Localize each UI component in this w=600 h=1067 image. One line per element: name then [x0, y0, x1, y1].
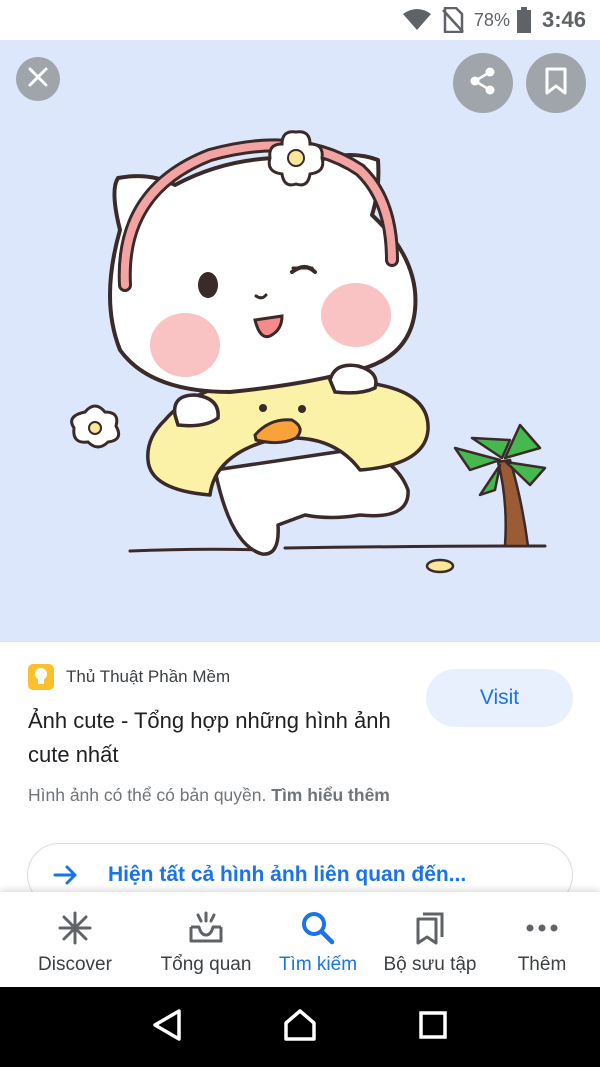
battery-percent: 78% [473, 9, 510, 30]
home-icon [283, 1008, 317, 1047]
nav-collections[interactable]: Bộ sưu tập [374, 892, 486, 987]
lightbulb-icon [28, 664, 54, 690]
more-horiz-icon [524, 910, 560, 946]
image-viewer[interactable] [0, 40, 600, 641]
system-nav-bar [0, 987, 600, 1067]
bookmark-icon [544, 67, 568, 100]
nav-label: Tìm kiếm [278, 954, 358, 975]
recents-square-icon [418, 1010, 448, 1045]
wifi-icon [402, 5, 432, 35]
close-button[interactable] [16, 57, 60, 101]
collections-icon [412, 910, 448, 946]
recents-button[interactable] [413, 1007, 453, 1047]
no-sim-icon [438, 5, 468, 35]
asterisk-icon [57, 910, 93, 946]
nav-label: Bộ sưu tập [383, 954, 477, 975]
result-info-panel: Thủ Thuật Phần Mềm Ảnh cute - Tổng hợp n… [0, 642, 600, 907]
source-row[interactable]: Thủ Thuật Phần Mềm [28, 664, 230, 690]
clock: 3:46 [541, 7, 586, 32]
share-icon [469, 67, 497, 100]
nav-label: Thêm [517, 954, 567, 975]
nav-overview[interactable]: Tổng quan [150, 892, 262, 987]
learn-more-link[interactable]: Tìm hiểu thêm [271, 785, 390, 805]
nav-discover[interactable]: Discover [0, 892, 150, 987]
search-icon [300, 910, 336, 946]
arrow-right-icon [52, 861, 80, 889]
nav-label: Tổng quan [160, 954, 252, 975]
status-bar: 78% 3:46 [0, 0, 600, 40]
battery-icon [516, 5, 532, 35]
related-images-label: Hiện tất cả hình ảnh liên quan đến... [108, 863, 467, 886]
bottom-nav: Discover Tổng quan Tìm kiếm Bộ sưu tập T… [0, 892, 600, 987]
copyright-notice: Hình ảnh có thể có bản quyền. Tìm hiểu t… [28, 785, 390, 806]
nav-label: Discover [38, 954, 112, 975]
back-button[interactable] [147, 1007, 187, 1047]
inbox-tray-icon [188, 910, 224, 946]
nav-more[interactable]: Thêm [486, 892, 598, 987]
source-name: Thủ Thuật Phần Mềm [66, 667, 231, 686]
nav-search[interactable]: Tìm kiếm [262, 892, 374, 987]
home-button[interactable] [280, 1007, 320, 1047]
cute-cat-illustration [70, 130, 547, 574]
close-icon [27, 66, 49, 93]
save-button[interactable] [526, 53, 586, 113]
result-title[interactable]: Ảnh cute - Tổng hợp những hình ảnh cute … [28, 704, 398, 772]
visit-button[interactable]: Visit [426, 669, 573, 727]
copyright-text: Hình ảnh có thể có bản quyền. [28, 785, 267, 805]
share-button[interactable] [453, 53, 513, 113]
back-triangle-icon [151, 1008, 183, 1047]
